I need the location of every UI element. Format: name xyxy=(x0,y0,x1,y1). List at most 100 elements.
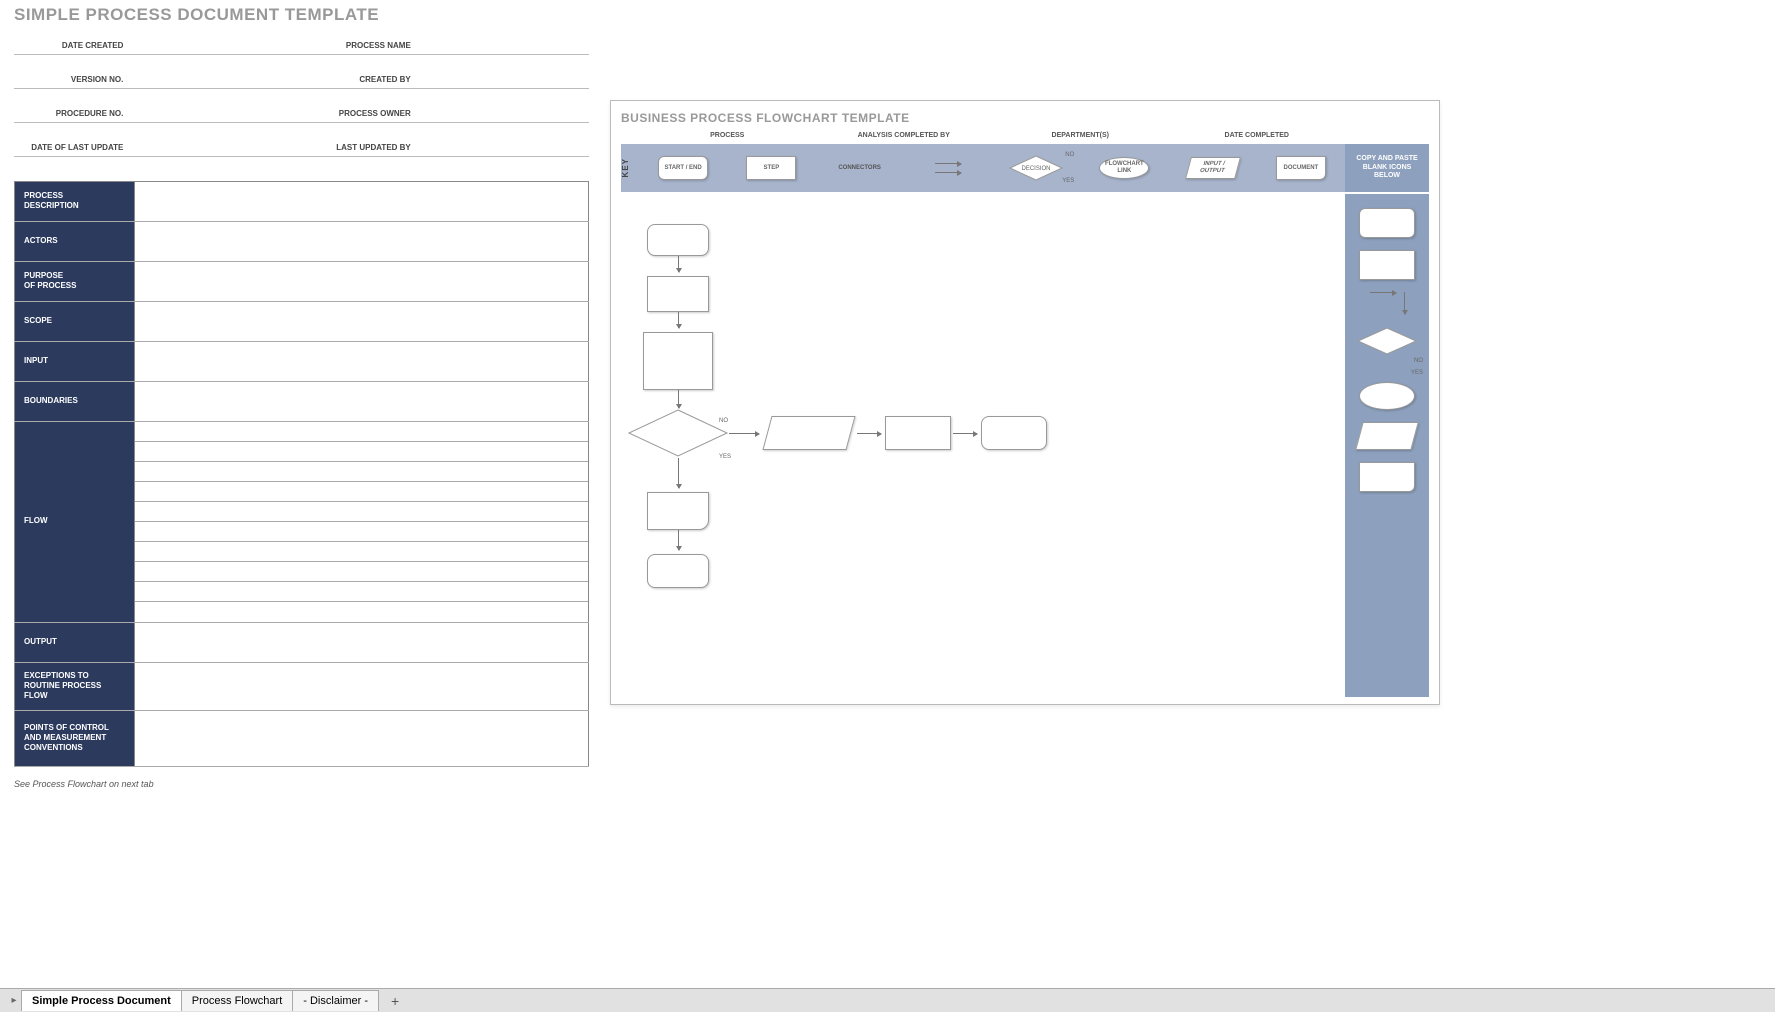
arrow-icon xyxy=(678,530,679,550)
section-label-process-description: PROCESSDESCRIPTION xyxy=(15,181,135,221)
header-label-version-no: VERSION NO. xyxy=(14,71,133,88)
tab-simple-process-document[interactable]: Simple Process Document xyxy=(21,990,182,1011)
header-value-last-updated-by[interactable] xyxy=(421,139,589,156)
canvas-io-shape[interactable] xyxy=(762,416,855,450)
canvas-end-shape[interactable] xyxy=(981,416,1047,450)
section-label-flow: FLOW xyxy=(15,421,135,622)
flowchart-header-date: DATE COMPLETED xyxy=(1169,129,1346,142)
header-value-created-by[interactable] xyxy=(421,71,589,88)
key-label: KEY xyxy=(621,158,639,177)
input-output-icon: INPUT /OUTPUT xyxy=(1185,157,1241,179)
arrow-icon xyxy=(935,163,961,164)
key-item-connector-arrows xyxy=(904,163,992,173)
canvas-step-shape[interactable] xyxy=(885,416,951,450)
section-value-purpose[interactable] xyxy=(135,261,589,301)
canvas-end-shape[interactable] xyxy=(647,554,709,588)
flowchart-header-department: DEPARTMENT(S) xyxy=(992,129,1169,142)
process-sections-table: PROCESSDESCRIPTION ACTORS PURPOSEOF PROC… xyxy=(14,181,589,767)
document-icon: DOCUMENT xyxy=(1276,156,1326,180)
header-label-process-name: PROCESS NAME xyxy=(302,37,421,54)
step-icon: STEP xyxy=(746,156,796,180)
arrow-icon xyxy=(729,433,759,434)
section-label-exceptions: EXCEPTIONS TOROUTINE PROCESS FLOW xyxy=(15,662,135,710)
tab-add-button[interactable]: + xyxy=(383,993,407,1009)
palette-ellipse-shape[interactable] xyxy=(1359,382,1415,410)
section-value-scope[interactable] xyxy=(135,301,589,341)
canvas-step-shape[interactable] xyxy=(647,276,709,312)
section-label-input: INPUT xyxy=(15,341,135,381)
arrow-icon xyxy=(678,390,679,408)
arrow-icon xyxy=(953,433,977,434)
sheet-tab-bar: ▸ Simple Process Document Process Flowch… xyxy=(0,988,1775,1012)
section-label-boundaries: BOUNDARIES xyxy=(15,381,135,421)
section-value-boundaries[interactable] xyxy=(135,381,589,421)
palette-para-shape[interactable] xyxy=(1355,422,1419,450)
key-item-step: STEP xyxy=(727,156,815,180)
section-label-actors: ACTORS xyxy=(15,221,135,261)
footer-note: See Process Flowchart on next tab xyxy=(14,779,589,789)
palette-decision-shape[interactable] xyxy=(1356,326,1418,356)
header-label-process-owner: PROCESS OWNER xyxy=(302,105,421,122)
flowchart-link-icon: FLOWCHARTLINK xyxy=(1099,157,1149,179)
palette-rounded-shape[interactable] xyxy=(1359,208,1415,238)
header-value-process-owner[interactable] xyxy=(421,105,589,122)
canvas-decision-shape[interactable] xyxy=(627,408,729,458)
palette-arrow-icon[interactable] xyxy=(1370,292,1396,293)
palette-doc-shape[interactable] xyxy=(1359,462,1415,492)
process-document: SIMPLE PROCESS DOCUMENT TEMPLATE DATE CR… xyxy=(14,5,589,789)
decision-icon: DECISION xyxy=(1008,154,1064,182)
key-item-decision: NO DECISION YES xyxy=(992,154,1080,182)
tab-disclaimer[interactable]: - Disclaimer - xyxy=(292,990,379,1011)
header-label-date-created: DATE CREATED xyxy=(14,37,133,54)
header-label-procedure-no: PROCEDURE NO. xyxy=(14,105,133,122)
tab-nav-prev[interactable]: ▸ xyxy=(6,995,22,1006)
tab-process-flowchart[interactable]: Process Flowchart xyxy=(181,990,293,1011)
flowchart-title: BUSINESS PROCESS FLOWCHART TEMPLATE xyxy=(621,111,1429,125)
header-value-version-no[interactable] xyxy=(133,71,301,88)
header-label-date-last-update: DATE OF LAST UPDATE xyxy=(14,139,133,156)
key-item-document: DOCUMENT xyxy=(1257,156,1345,180)
section-value-exceptions[interactable] xyxy=(135,662,589,710)
palette-label: COPY AND PASTE BLANK ICONS BELOW xyxy=(1345,144,1429,192)
flowchart-canvas[interactable]: NO YES xyxy=(621,194,1345,697)
start-end-icon: START / END xyxy=(658,156,708,180)
section-value-process-description[interactable] xyxy=(135,181,589,221)
arrow-icon xyxy=(935,172,961,173)
flowchart-header-analysis: ANALYSIS COMPLETED BY xyxy=(816,129,993,142)
section-value-input[interactable] xyxy=(135,341,589,381)
flowchart-header-row: PROCESS ANALYSIS COMPLETED BY DEPARTMENT… xyxy=(621,129,1429,142)
section-value-actors[interactable] xyxy=(135,221,589,261)
section-value-flow[interactable] xyxy=(135,421,589,622)
header-label-last-updated-by: LAST UPDATED BY xyxy=(302,139,421,156)
key-item-start-end: START / END xyxy=(639,156,727,180)
section-label-scope: SCOPE xyxy=(15,301,135,341)
flowchart-template: BUSINESS PROCESS FLOWCHART TEMPLATE PROC… xyxy=(610,100,1440,705)
palette-rect-shape[interactable] xyxy=(1359,250,1415,280)
key-item-input-output: INPUT /OUTPUT xyxy=(1169,157,1257,179)
section-value-points-control[interactable] xyxy=(135,710,589,766)
section-label-points-control: POINTS OF CONTROLAND MEASUREMENTCONVENTI… xyxy=(15,710,135,766)
document-title: SIMPLE PROCESS DOCUMENT TEMPLATE xyxy=(14,5,589,25)
flowchart-key-bar: KEY START / END STEP CONNECTORS NO DECIS… xyxy=(621,144,1429,192)
canvas-document-shape[interactable] xyxy=(647,492,709,530)
arrow-icon xyxy=(678,256,679,272)
section-label-purpose: PURPOSEOF PROCESS xyxy=(15,261,135,301)
key-item-connectors: CONNECTORS xyxy=(816,165,904,171)
header-label-created-by: CREATED BY xyxy=(302,71,421,88)
section-value-output[interactable] xyxy=(135,622,589,662)
header-value-process-name[interactable] xyxy=(421,37,589,54)
canvas-step-shape[interactable] xyxy=(643,332,713,390)
palette-arrow-down-icon[interactable] xyxy=(1404,292,1405,314)
header-value-date-created[interactable] xyxy=(133,37,301,54)
arrow-icon xyxy=(857,433,881,434)
arrow-icon xyxy=(678,312,679,328)
header-value-procedure-no[interactable] xyxy=(133,105,301,122)
arrow-icon xyxy=(678,458,679,488)
flowchart-header-process: PROCESS xyxy=(639,129,816,142)
header-value-date-last-update[interactable] xyxy=(133,139,301,156)
shape-palette: NO YES xyxy=(1345,194,1429,697)
key-item-flowchart-link: FLOWCHARTLINK xyxy=(1080,157,1168,179)
canvas-start-shape[interactable] xyxy=(647,224,709,256)
header-metadata-table: DATE CREATED PROCESS NAME VERSION NO. CR… xyxy=(14,37,589,157)
svg-text:DECISION: DECISION xyxy=(1022,166,1051,172)
